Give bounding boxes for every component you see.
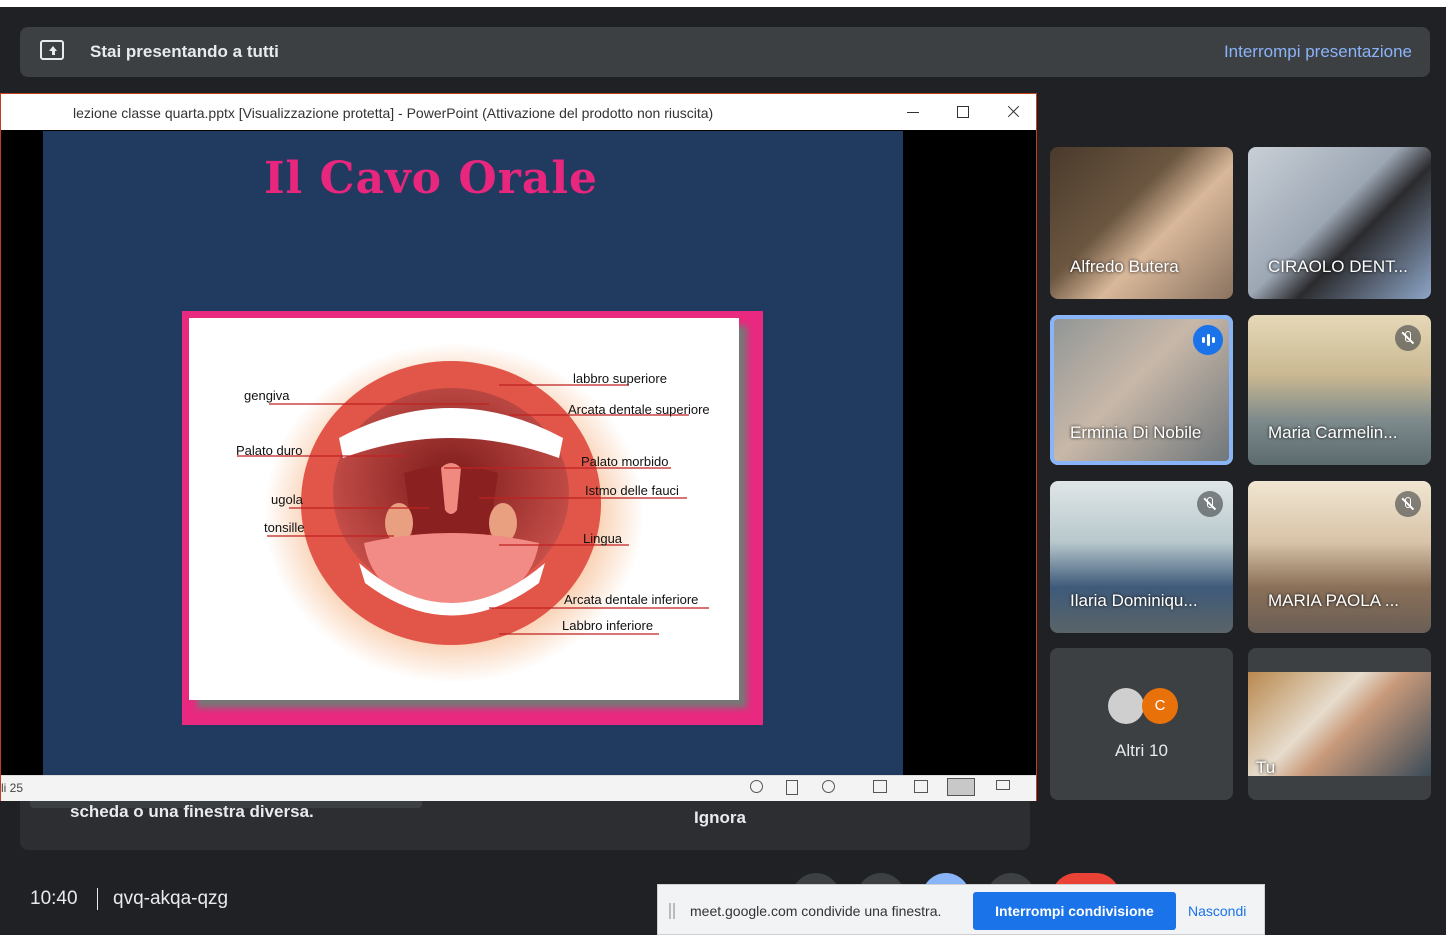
mic-off-icon bbox=[1395, 325, 1421, 351]
label-labbro-superiore: labbro superiore bbox=[573, 371, 667, 386]
others-tile[interactable]: C Altri 10 bbox=[1050, 648, 1233, 800]
divider bbox=[97, 888, 98, 910]
powerpoint-statusbar: li 25 bbox=[1, 775, 1036, 801]
participant-name: CIRAOLO DENT... bbox=[1268, 257, 1408, 276]
maximize-button[interactable] bbox=[939, 98, 985, 126]
window-title: lezione classe quarta.pptx [Visualizzazi… bbox=[73, 105, 714, 121]
normal-view-icon[interactable] bbox=[873, 780, 887, 793]
label-ugola: ugola bbox=[271, 492, 303, 507]
menu-icon[interactable] bbox=[786, 780, 798, 795]
label-gengiva: gengiva bbox=[244, 388, 290, 403]
participant-avatar bbox=[1108, 688, 1144, 724]
drag-handle-icon[interactable] bbox=[669, 903, 675, 919]
participant-tile-active[interactable]: Erminia Di Nobile bbox=[1050, 315, 1233, 465]
label-arcata-inferiore: Arcata dentale inferiore bbox=[564, 592, 699, 607]
speaking-indicator-icon bbox=[1193, 325, 1223, 355]
participant-tile[interactable]: CIRAOLO DENT... bbox=[1248, 147, 1431, 299]
participant-name: MARIA PAOLA ... bbox=[1268, 591, 1400, 610]
previous-slide-icon[interactable] bbox=[750, 780, 763, 793]
close-window-button[interactable] bbox=[989, 98, 1035, 126]
minimize-button[interactable] bbox=[889, 98, 935, 126]
label-lingua: Lingua bbox=[583, 531, 623, 546]
label-palato-morbido: Palato morbido bbox=[581, 454, 669, 469]
next-slide-icon[interactable] bbox=[822, 780, 835, 793]
powerpoint-titlebar: lezione classe quarta.pptx [Visualizzazi… bbox=[1, 94, 1036, 130]
participant-tile[interactable]: Ilaria Dominiqu... bbox=[1050, 481, 1233, 633]
participant-name: Ilaria Dominiqu... bbox=[1070, 591, 1198, 610]
label-tonsille: tonsille bbox=[264, 520, 305, 535]
participant-name: Alfredo Butera bbox=[1070, 257, 1179, 276]
self-tile[interactable]: Tu bbox=[1248, 648, 1431, 800]
participant-name: Maria Carmelin... bbox=[1268, 423, 1398, 442]
stop-sharing-button[interactable]: Interrompi condivisione bbox=[973, 892, 1176, 930]
diagram-card: gengiva Palato duro ugola tonsille labbr… bbox=[189, 318, 739, 700]
participant-avatar-letter: C bbox=[1142, 688, 1178, 724]
chrome-share-bar: meet.google.com condivide una finestra. … bbox=[657, 884, 1265, 935]
presenting-title: Stai presentando a tutti bbox=[90, 42, 279, 61]
participant-tile[interactable]: MARIA PAOLA ... bbox=[1248, 481, 1431, 633]
slide-count: li 25 bbox=[1, 781, 24, 795]
label-labbro-inferiore: Labbro inferiore bbox=[562, 618, 654, 633]
diagram-frame: gengiva Palato duro ugola tonsille labbr… bbox=[182, 311, 763, 725]
slide: Il Cavo Orale gengiva Palato duro ugola … bbox=[43, 131, 903, 775]
presenting-banner: Stai presentando a tutti Interrompi pres… bbox=[20, 27, 1430, 77]
ignore-button[interactable]: Ignora bbox=[694, 808, 746, 828]
participant-tile[interactable]: Alfredo Butera bbox=[1050, 147, 1233, 299]
meeting-clock: 10:40 bbox=[30, 888, 78, 909]
label-arcata-superiore: Arcata dentale superiore bbox=[568, 402, 710, 417]
participant-tile[interactable]: Maria Carmelin... bbox=[1248, 315, 1431, 465]
present-screen-icon bbox=[40, 40, 64, 60]
participant-name: Tu bbox=[1256, 758, 1276, 777]
label-palato-duro: Palato duro bbox=[236, 443, 303, 458]
slideshow-icon[interactable] bbox=[996, 780, 1010, 790]
label-istmo: Istmo delle fauci bbox=[585, 483, 679, 498]
mic-off-icon bbox=[1197, 491, 1223, 517]
slide-title: Il Cavo Orale bbox=[263, 153, 599, 204]
others-count: Altri 10 bbox=[1115, 741, 1168, 760]
browser-top-edge bbox=[0, 0, 1446, 7]
participant-name: Erminia Di Nobile bbox=[1070, 423, 1202, 442]
notice-text: scheda o una finestra diversa. bbox=[70, 802, 314, 821]
reading-view-icon[interactable] bbox=[947, 778, 975, 796]
self-video bbox=[1248, 672, 1431, 776]
powerpoint-window: lezione classe quarta.pptx [Visualizzazi… bbox=[0, 93, 1037, 801]
hide-button[interactable]: Nascondi bbox=[1188, 903, 1246, 919]
stop-presenting-button[interactable]: Interrompi presentazione bbox=[1224, 42, 1412, 62]
meeting-code: qvq-akqa-qzg bbox=[113, 888, 229, 909]
share-status-text: meet.google.com condivide una finestra. bbox=[690, 903, 942, 919]
slide-sorter-icon[interactable] bbox=[914, 780, 928, 793]
mic-off-icon bbox=[1395, 491, 1421, 517]
